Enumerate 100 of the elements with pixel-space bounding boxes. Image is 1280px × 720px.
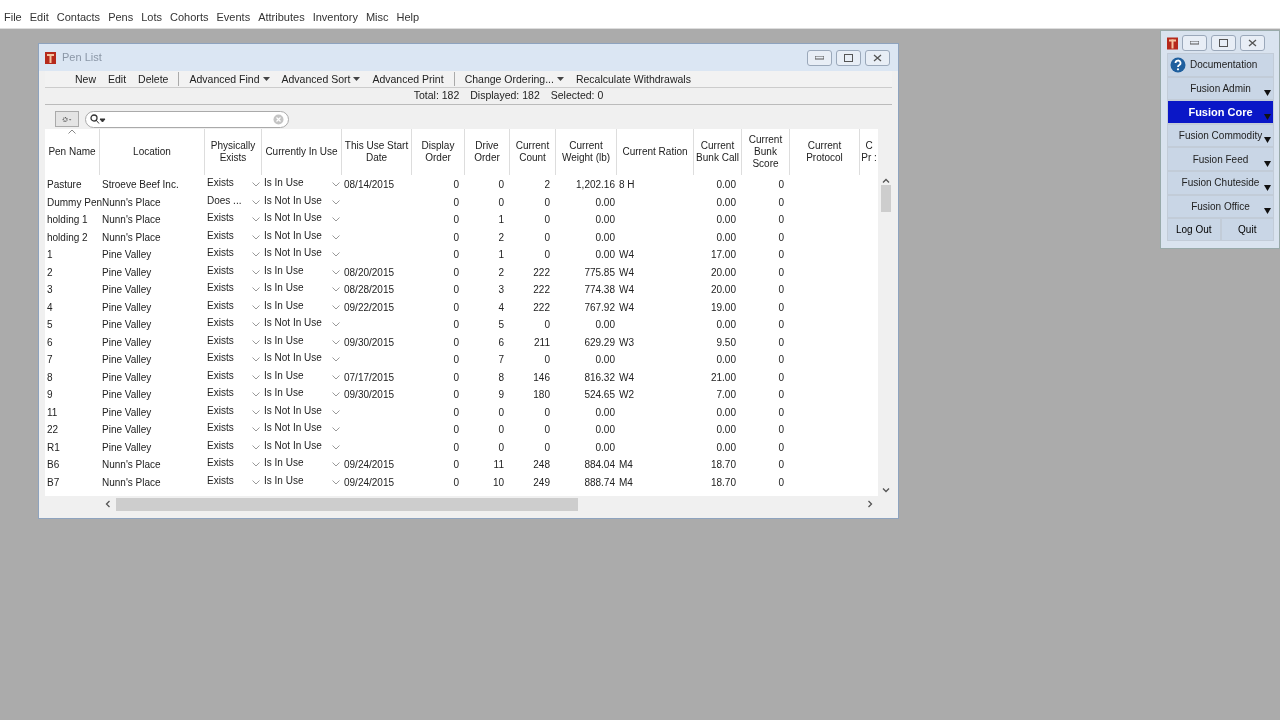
dropdown-cell[interactable]: Exists [205,351,262,369]
table-cell-text: Pine Valley [101,353,153,368]
launcher-item[interactable]: Fusion Commodity [1167,123,1274,148]
menu-item[interactable]: Attributes [254,9,309,28]
column-header[interactable]: Location [100,129,205,175]
maximize-button[interactable] [836,49,861,66]
menu-item[interactable]: Edit [25,9,53,28]
toolbar-button[interactable]: Advanced Print [366,71,450,87]
dropdown-cell[interactable]: Is In Use [262,263,342,281]
dropdown-cell[interactable]: Is Not In Use [262,403,342,421]
column-header[interactable]: Drive Order [465,129,510,175]
dropdown-cell[interactable]: Exists [205,456,262,474]
scrollbar-thumb[interactable] [116,497,578,511]
dropdown-cell[interactable]: Exists [205,368,262,386]
dropdown-cell[interactable]: Is In Use [262,368,342,386]
column-header[interactable]: Current Ration [617,129,694,175]
launcher-item[interactable]: Fusion Feed [1167,147,1274,171]
menu-item[interactable]: Pens [104,9,138,28]
table-cell-text: 5 [497,318,505,333]
dropdown-cell[interactable]: Exists [205,298,262,316]
launcher-item[interactable]: Documentation [1167,53,1274,77]
menu-item[interactable]: File [0,9,26,28]
dropdown-cell[interactable]: Exists [205,473,262,491]
launcher-item[interactable]: Fusion Chuteside [1167,170,1274,195]
table-cell-text: 222 [532,283,551,298]
dropdown-cell[interactable]: Is Not In Use [262,228,342,246]
toolbar-dropdown[interactable]: Advanced Sort [275,71,367,87]
toolbar-button[interactable]: New [69,71,102,87]
menu-item[interactable]: Lots [137,9,166,28]
dropdown-cell[interactable]: Exists [205,438,262,456]
scroll-down-icon[interactable] [881,488,890,493]
scroll-up-icon[interactable] [881,178,890,183]
toolbar-dropdown[interactable]: Change Ordering... [458,71,570,87]
table-cell-text: 18.70 [709,475,737,490]
table-cell-text: W2 [618,388,635,403]
dropdown-cell[interactable]: Is In Use [262,176,342,194]
dropdown-cell[interactable]: Is In Use [262,386,342,404]
launcher-item[interactable]: Fusion Office [1167,194,1274,219]
column-header[interactable]: This Use Start Date [342,129,412,175]
column-header[interactable]: Display Order [412,129,465,175]
menu-item[interactable]: Misc [361,9,393,28]
scroll-right-icon[interactable] [868,500,873,508]
dropdown-cell[interactable]: Is Not In Use [262,438,342,456]
menu-item[interactable]: Help [392,9,424,28]
dropdown-cell[interactable]: Exists [205,263,262,281]
toolbar-dropdown[interactable]: Advanced Find [183,71,276,87]
scrollbar-thumb[interactable] [880,185,891,212]
column-header[interactable]: Current Bunk Call [694,129,742,175]
toolbar-button[interactable]: Recalculate Withdrawals [569,71,697,87]
dropdown-cell[interactable]: Is In Use [262,298,342,316]
column-header[interactable]: C Pr : [860,129,878,175]
table-cell-text: 22 [46,423,60,438]
maximize-button[interactable] [1211,35,1236,51]
menu-item[interactable]: Inventory [308,9,362,28]
dropdown-cell[interactable]: Is In Use [262,473,342,491]
dropdown-cell[interactable]: Exists [205,246,262,264]
dropdown-cell[interactable]: Is In Use [262,333,342,351]
dropdown-cell[interactable]: Exists [205,421,262,439]
launcher-item[interactable]: Fusion Core [1167,100,1274,124]
close-button[interactable] [1240,35,1265,51]
table-cell-text: 0.00 [594,405,616,420]
column-header[interactable]: Current Protocol [790,129,860,175]
menu-item[interactable]: Contacts [52,9,105,28]
column-header[interactable]: Current Count [510,129,556,175]
menu-item[interactable]: Events [212,9,255,28]
dropdown-cell[interactable]: Is In Use [262,281,342,299]
column-header[interactable]: Physically Exists [205,129,262,175]
table-cell-text: 9 [497,388,505,403]
column-header[interactable]: Current Bunk Score [742,129,790,175]
dropdown-cell[interactable]: Exists [205,316,262,334]
dropdown-cell[interactable]: Exists [205,176,262,194]
scroll-left-icon[interactable] [105,500,110,508]
dropdown-cell[interactable]: Is Not In Use [262,211,342,229]
column-header[interactable]: Pen Name [45,129,100,175]
toolbar-button[interactable]: Edit [102,71,133,87]
dropdown-cell[interactable]: Exists [205,281,262,299]
close-button[interactable] [865,49,890,66]
dropdown-cell[interactable]: Exists [205,403,262,421]
launcher-item[interactable]: Fusion Admin [1167,76,1274,101]
dropdown-cell[interactable]: Exists [205,386,262,404]
dropdown-cell[interactable]: Is Not In Use [262,246,342,264]
toolbar-button[interactable]: Delete [132,71,175,87]
column-header[interactable]: Currently In Use [262,129,342,175]
dropdown-cell[interactable]: Is Not In Use [262,193,342,211]
table-cell-text: Stroeve Beef Inc. [101,178,180,193]
menu-item[interactable]: Cohorts [166,9,213,28]
search-field[interactable] [85,110,289,128]
dropdown-cell[interactable]: Is In Use [262,456,342,474]
table-cell-text: 1 [497,213,505,228]
dropdown-cell[interactable]: Is Not In Use [262,351,342,369]
dropdown-cell[interactable]: Exists [205,228,262,246]
column-header[interactable]: Current Weight (lb) [556,129,617,175]
dropdown-cell[interactable]: Is Not In Use [262,316,342,334]
dropdown-cell[interactable]: Is Not In Use [262,421,342,439]
launcher-button[interactable]: Log Out [1167,218,1221,242]
table-cell-text: 0 [543,195,551,210]
dropdown-cell[interactable]: Exists [205,211,262,229]
dropdown-cell[interactable]: Does ... [205,193,262,211]
dropdown-cell[interactable]: Exists [205,333,262,351]
launcher-button[interactable]: Quit [1220,218,1274,242]
